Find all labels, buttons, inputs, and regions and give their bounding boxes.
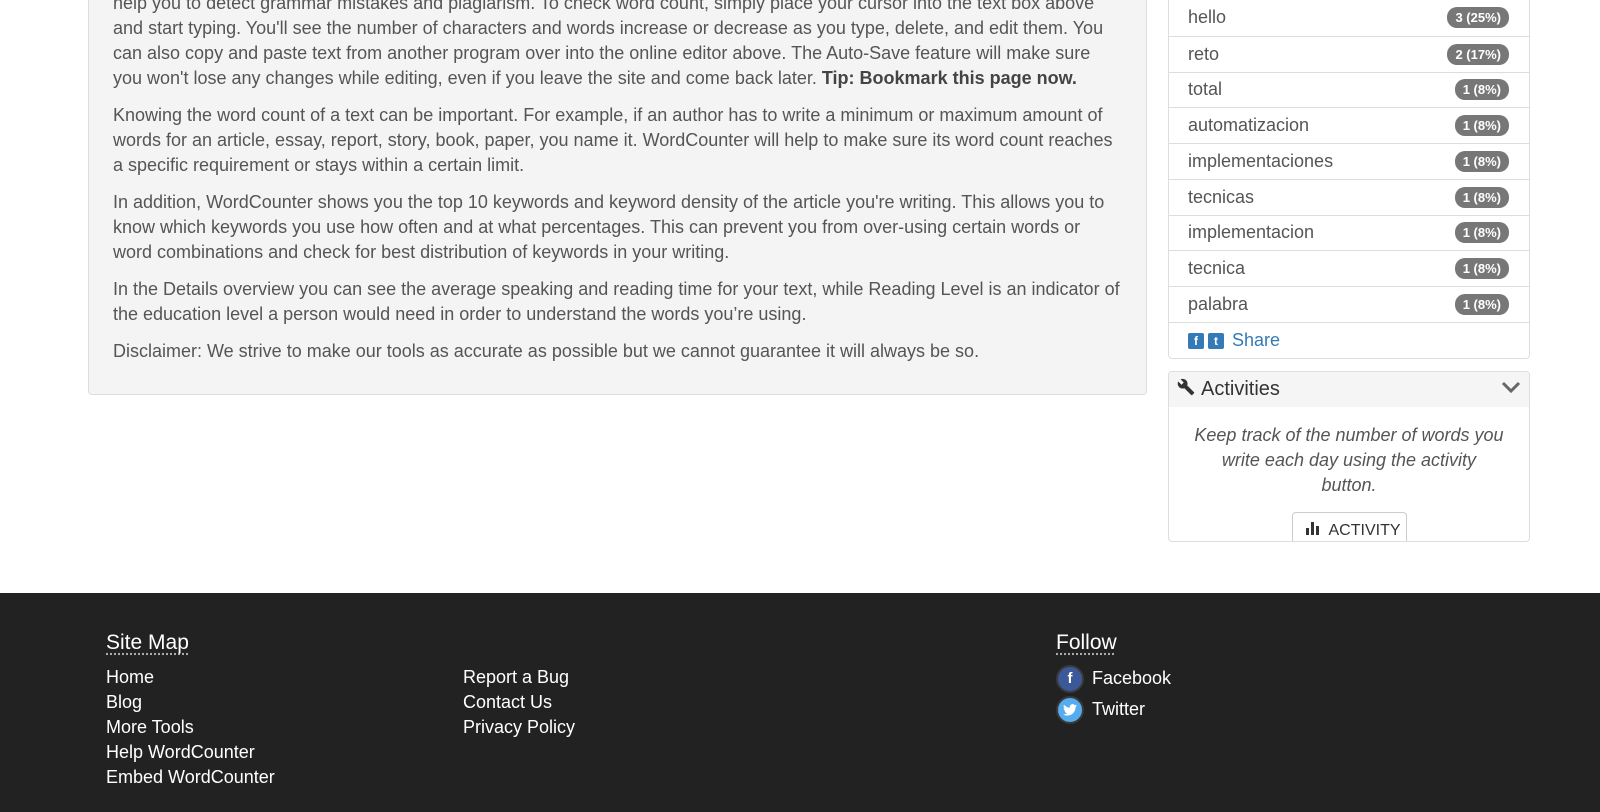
- sitemap-heading: Site Map: [106, 631, 189, 654]
- footer-link-report-bug[interactable]: Report a Bug: [463, 665, 575, 690]
- facebook-square-icon[interactable]: f: [1188, 332, 1204, 349]
- share-row: f t Share: [1169, 321, 1529, 359]
- footer-link-contact[interactable]: Contact Us: [463, 690, 575, 715]
- footer-link-more-tools[interactable]: More Tools: [106, 715, 275, 740]
- keyword-count-badge: 1 (8%): [1454, 222, 1509, 244]
- facebook-label: Facebook: [1092, 668, 1172, 688]
- disclaimer: Disclaimer: We strive to make our tools …: [113, 341, 980, 361]
- footer-link-blog[interactable]: Blog: [106, 690, 275, 715]
- footer-link-help[interactable]: Help WordCounter: [106, 740, 275, 765]
- support-column: Report a Bug Contact Us Privacy Policy: [463, 665, 575, 740]
- about-panel: help you to detect grammar mistakes and …: [88, 0, 1147, 395]
- wrench-icon: [1177, 378, 1195, 401]
- keyword-word: hello: [1188, 7, 1227, 28]
- facebook-link[interactable]: f Facebook: [1056, 663, 1171, 694]
- keyword-density-panel: hello 3 (25%) reto 2 (17%) total 1 (8%) …: [1168, 0, 1530, 359]
- keyword-count-badge: 1 (8%): [1454, 293, 1509, 315]
- keyword-count-badge: 2 (17%): [1447, 43, 1509, 65]
- keyword-count-badge: 1 (8%): [1454, 186, 1509, 208]
- activities-panel: Activities Keep track of the number of w…: [1168, 371, 1530, 542]
- activities-description: Keep track of the number of words you wr…: [1194, 425, 1504, 495]
- follow-heading: Follow: [1056, 631, 1117, 654]
- site-footer: Site Map Home Blog More Tools Help WordC…: [0, 593, 1600, 812]
- keyword-word: implementaciones: [1188, 150, 1334, 171]
- keyword-row[interactable]: reto 2 (17%): [1169, 35, 1529, 72]
- keyword-word: tecnica: [1188, 258, 1246, 279]
- activity-button[interactable]: ACTIVITY: [1291, 512, 1407, 541]
- footer-link-embed[interactable]: Embed WordCounter: [106, 765, 275, 790]
- keyword-word: automatizacion: [1188, 115, 1310, 136]
- twitter-icon: [1056, 695, 1084, 724]
- keyword-count-badge: 1 (8%): [1454, 79, 1509, 101]
- footer-link-privacy[interactable]: Privacy Policy: [463, 715, 575, 740]
- about-paragraph-2: Knowing the word count of a text can be …: [113, 105, 1113, 175]
- keyword-row[interactable]: hello 3 (25%): [1169, 0, 1529, 36]
- twitter-square-icon[interactable]: t: [1208, 332, 1224, 349]
- keyword-count-badge: 1 (8%): [1454, 258, 1509, 280]
- sitemap-column: Site Map Home Blog More Tools Help WordC…: [106, 631, 275, 790]
- twitter-link[interactable]: Twitter: [1056, 694, 1171, 725]
- keyword-row[interactable]: palabra 1 (8%): [1169, 286, 1529, 322]
- twitter-label: Twitter: [1092, 699, 1146, 719]
- keyword-count-badge: 1 (8%): [1454, 115, 1509, 137]
- activities-title: Activities: [1201, 378, 1280, 400]
- chevron-down-icon[interactable]: [1501, 380, 1521, 399]
- keyword-count-badge: 1 (8%): [1454, 150, 1509, 172]
- keyword-row[interactable]: automatizacion 1 (8%): [1169, 107, 1529, 143]
- share-link[interactable]: Share: [1232, 330, 1280, 351]
- bookmark-tip: Tip: Bookmark this page now.: [821, 68, 1077, 88]
- keyword-row[interactable]: tecnicas 1 (8%): [1169, 178, 1529, 215]
- facebook-icon: f: [1056, 664, 1084, 693]
- follow-column: Follow f Facebook Twitter: [1056, 631, 1171, 725]
- about-paragraph-3: In addition, WordCounter shows you the t…: [113, 192, 1105, 262]
- keyword-row[interactable]: implementacion 1 (8%): [1169, 214, 1529, 251]
- keyword-count-badge: 3 (25%): [1447, 7, 1509, 29]
- about-paragraph-4: In the Details overview you can see the …: [113, 279, 1120, 324]
- keyword-word: palabra: [1188, 293, 1249, 314]
- keyword-row[interactable]: total 1 (8%): [1169, 71, 1529, 108]
- keyword-row[interactable]: tecnica 1 (8%): [1169, 250, 1529, 286]
- activity-button-label: ACTIVITY: [1328, 521, 1401, 539]
- about-paragraph-1: help you to detect grammar mistakes and …: [113, 0, 1122, 91]
- footer-link-home[interactable]: Home: [106, 665, 275, 690]
- keyword-word: tecnicas: [1188, 186, 1255, 207]
- keyword-word: reto: [1188, 43, 1220, 64]
- activities-header[interactable]: Activities: [1169, 372, 1529, 407]
- keyword-word: total: [1188, 79, 1223, 100]
- keyword-word: implementacion: [1188, 222, 1315, 243]
- keyword-row[interactable]: implementaciones 1 (8%): [1169, 143, 1529, 179]
- bar-chart-icon: [1305, 520, 1321, 541]
